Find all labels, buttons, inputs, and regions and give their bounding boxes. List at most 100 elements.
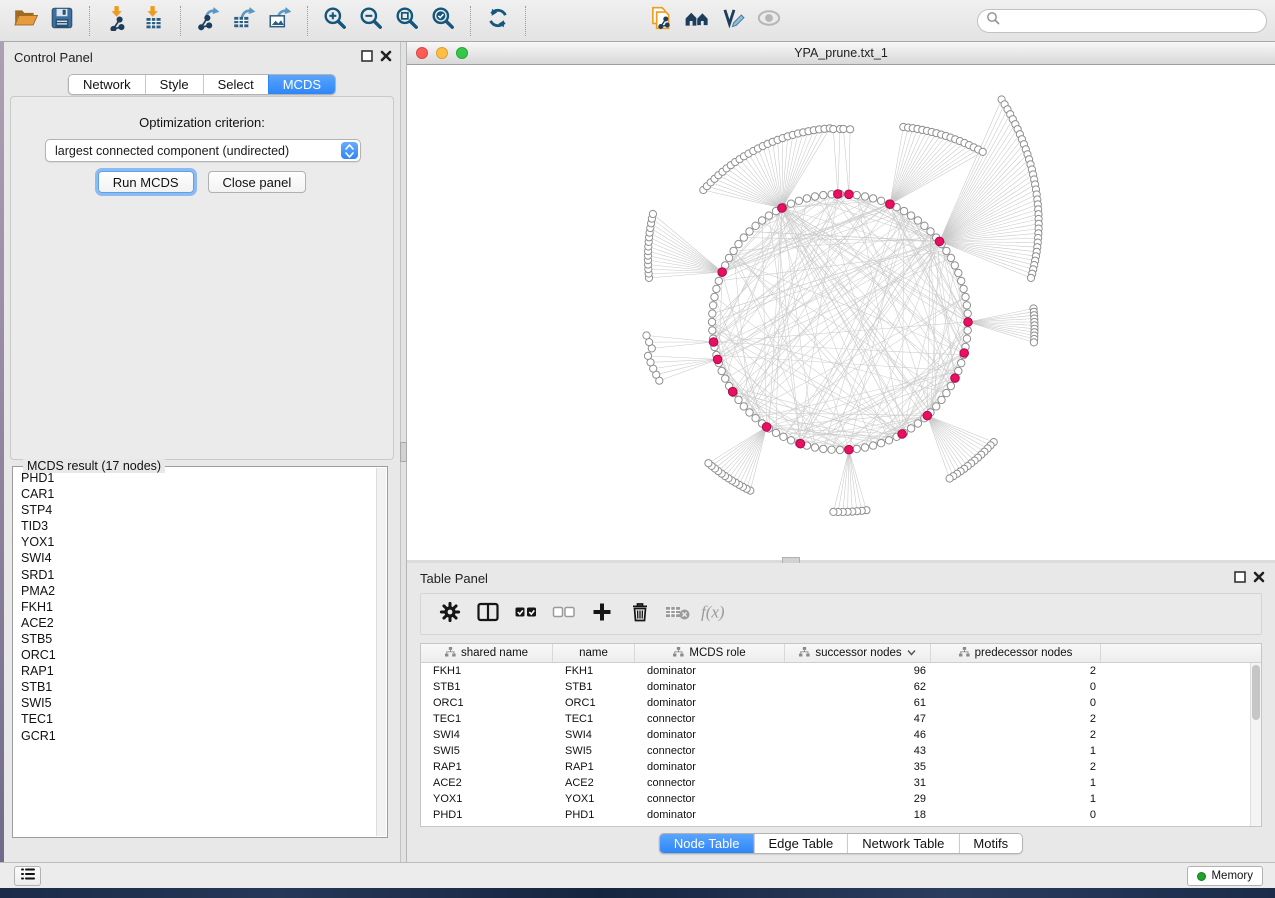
network-node[interactable] xyxy=(960,285,967,292)
select-all-columns-button[interactable] xyxy=(509,597,543,631)
cell-name[interactable]: RAP1 xyxy=(553,761,635,773)
zoom-selected-button[interactable] xyxy=(425,4,461,38)
network-node[interactable] xyxy=(765,212,772,219)
cell-name[interactable]: SWI5 xyxy=(553,745,635,757)
network-node[interactable] xyxy=(740,234,747,241)
search-box[interactable] xyxy=(977,9,1267,33)
cell-MCDS-role[interactable]: connector xyxy=(635,793,785,805)
cell-predecessor-nodes[interactable]: 1 xyxy=(931,793,1101,805)
splitter-grip[interactable] xyxy=(400,442,407,462)
cell-successor-nodes[interactable]: 46 xyxy=(785,729,931,741)
export-image-button[interactable] xyxy=(262,4,298,38)
mcds-result-item[interactable]: STB1 xyxy=(21,679,375,695)
network-node[interactable] xyxy=(708,318,715,325)
network-node[interactable] xyxy=(803,195,810,202)
optimization-criterion-select[interactable]: largest connected component (undirected) xyxy=(45,139,361,162)
network-node[interactable] xyxy=(979,148,986,155)
network-node[interactable] xyxy=(649,210,656,217)
cell-predecessor-nodes[interactable]: 2 xyxy=(931,729,1101,741)
network-node[interactable] xyxy=(1027,274,1034,281)
cell-name[interactable]: ACE2 xyxy=(553,777,635,789)
cell-name[interactable]: STB1 xyxy=(553,681,635,693)
network-node[interactable] xyxy=(644,352,651,359)
network-canvas[interactable] xyxy=(407,65,1275,560)
network-node[interactable] xyxy=(951,262,958,269)
scrollbar-thumb[interactable] xyxy=(1252,665,1260,720)
table-row[interactable]: SWI5SWI5connector431 xyxy=(421,743,1261,759)
mcds-result-item[interactable]: RAP1 xyxy=(21,663,375,679)
cell-MCDS-role[interactable]: dominator xyxy=(635,681,785,693)
visual-style-button[interactable] xyxy=(715,4,751,38)
network-node[interactable] xyxy=(847,126,854,133)
cell-successor-nodes[interactable]: 47 xyxy=(785,713,931,725)
mcds-hub-node[interactable] xyxy=(951,374,960,383)
cell-predecessor-nodes[interactable]: 2 xyxy=(931,665,1101,677)
column-header-MCDS-role[interactable]: MCDS role xyxy=(635,644,785,662)
cell-name[interactable]: YOX1 xyxy=(553,793,635,805)
column-header-successor-nodes[interactable]: successor nodes xyxy=(785,644,931,662)
network-node[interactable] xyxy=(958,277,965,284)
mcds-result-item[interactable]: STB5 xyxy=(21,631,375,647)
refresh-layout-button[interactable] xyxy=(480,4,516,38)
search-input[interactable] xyxy=(1006,13,1258,29)
cell-successor-nodes[interactable]: 61 xyxy=(785,697,931,709)
mcds-result-item[interactable]: PHD1 xyxy=(21,470,375,486)
mcds-result-item[interactable]: STP4 xyxy=(21,502,375,518)
mcds-hub-node[interactable] xyxy=(834,190,843,199)
cell-shared-name[interactable]: FKH1 xyxy=(421,665,553,677)
network-node[interactable] xyxy=(752,222,759,229)
network-node[interactable] xyxy=(746,409,753,416)
network-node[interactable] xyxy=(828,446,835,453)
open-session-button[interactable] xyxy=(8,4,44,38)
cell-MCDS-role[interactable]: connector xyxy=(635,713,785,725)
network-node[interactable] xyxy=(718,367,725,374)
cell-shared-name[interactable]: ORC1 xyxy=(421,697,553,709)
network-node[interactable] xyxy=(735,240,742,247)
network-node[interactable] xyxy=(947,254,954,261)
network-node[interactable] xyxy=(861,193,868,200)
tab-network[interactable]: Network xyxy=(69,75,145,94)
network-node[interactable] xyxy=(877,197,884,204)
column-header-shared-name[interactable]: shared name xyxy=(421,644,553,662)
mcds-hub-node[interactable] xyxy=(898,430,907,439)
network-node[interactable] xyxy=(713,285,720,292)
mcds-result-item[interactable]: SWI4 xyxy=(21,550,375,566)
mcds-result-item[interactable]: FKH1 xyxy=(21,599,375,615)
table-row[interactable]: ORC1ORC1dominator610 xyxy=(421,695,1261,711)
cell-shared-name[interactable]: SWI4 xyxy=(421,729,553,741)
cell-successor-nodes[interactable]: 62 xyxy=(785,681,931,693)
network-node[interactable] xyxy=(772,429,779,436)
mcds-hub-node[interactable] xyxy=(886,200,895,209)
network-node[interactable] xyxy=(787,437,794,444)
float-panel-icon[interactable] xyxy=(361,49,373,67)
table-scrollbar[interactable] xyxy=(1250,663,1261,826)
network-node[interactable] xyxy=(780,433,787,440)
run-mcds-button[interactable]: Run MCDS xyxy=(98,171,194,193)
network-window-titlebar[interactable]: YPA_prune.txt_1 xyxy=(407,42,1275,65)
mcds-result-item[interactable]: PMA2 xyxy=(21,583,375,599)
vertical-splitter[interactable] xyxy=(400,42,407,862)
mcds-hub-node[interactable] xyxy=(713,355,722,364)
network-node[interactable] xyxy=(907,212,914,219)
cell-shared-name[interactable]: ACE2 xyxy=(421,777,553,789)
network-node[interactable] xyxy=(853,191,860,198)
show-hide-button[interactable] xyxy=(751,4,787,38)
mcds-hub-node[interactable] xyxy=(709,338,718,347)
network-node[interactable] xyxy=(758,217,765,224)
split-view-button[interactable] xyxy=(471,597,505,631)
cell-MCDS-role[interactable]: dominator xyxy=(635,761,785,773)
cell-name[interactable]: FKH1 xyxy=(553,665,635,677)
network-node[interactable] xyxy=(963,302,970,309)
cell-predecessor-nodes[interactable]: 2 xyxy=(931,713,1101,725)
network-node[interactable] xyxy=(877,440,884,447)
network-node[interactable] xyxy=(958,359,965,366)
network-node[interactable] xyxy=(711,293,718,300)
tab-edge-table[interactable]: Edge Table xyxy=(753,834,847,853)
cell-name[interactable]: TEC1 xyxy=(553,713,635,725)
import-network-button[interactable] xyxy=(99,4,135,38)
cell-successor-nodes[interactable]: 18 xyxy=(785,809,931,821)
network-node[interactable] xyxy=(725,254,732,261)
cell-MCDS-role[interactable]: dominator xyxy=(635,697,785,709)
network-node[interactable] xyxy=(740,403,747,410)
network-node[interactable] xyxy=(752,415,759,422)
